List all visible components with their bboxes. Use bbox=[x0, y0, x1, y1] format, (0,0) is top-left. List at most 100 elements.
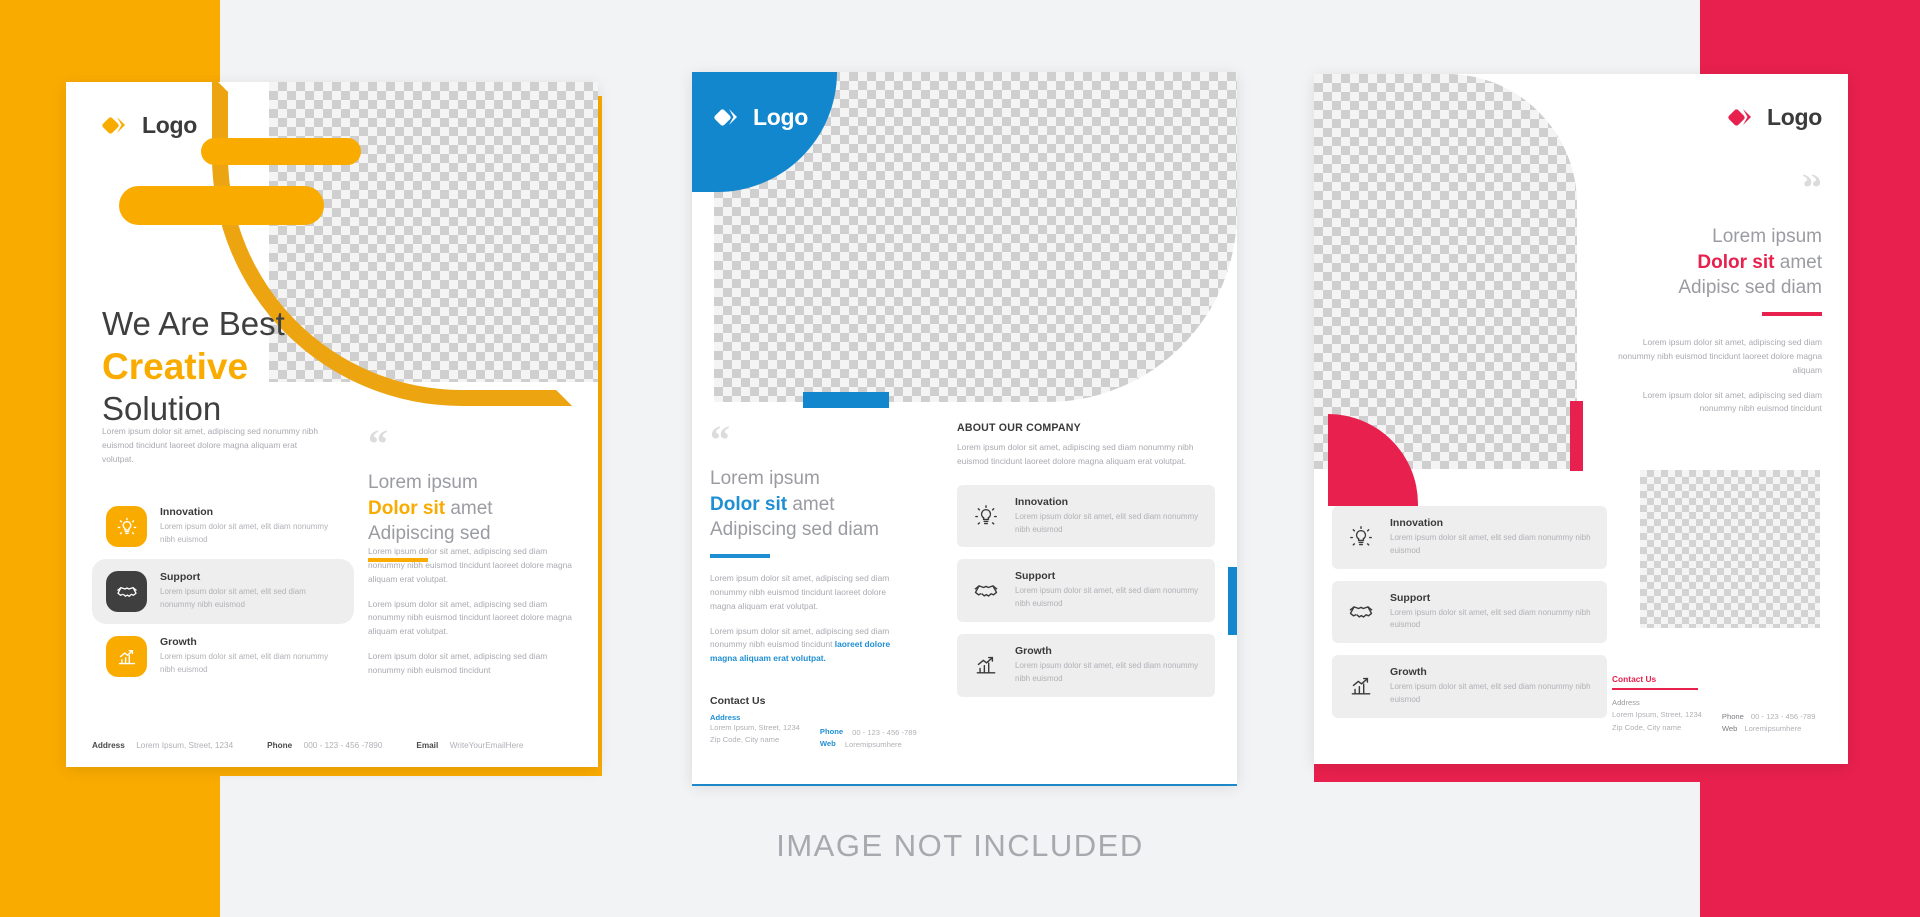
flyer-1-quote-emphasis: Dolor sit bbox=[368, 497, 446, 519]
flyer-1-quote-line-3: Adipiscing sed bbox=[368, 523, 491, 545]
flyer-3-secondary-image-placeholder bbox=[1640, 470, 1820, 628]
flyer-3-red-side-tab bbox=[1570, 401, 1583, 471]
flyer-1-email-value: WriteYourEmailHere bbox=[449, 741, 524, 750]
flyer-3[interactable]: Logo “ Lorem ipsum Dolor sit amet Adipis… bbox=[1314, 74, 1848, 764]
flyer-2-phone-value: 00 - 123 - 456 -789 bbox=[852, 727, 917, 737]
flyer-3-bottom-red-bar bbox=[1314, 764, 1848, 782]
poster-mockup-canvas: Logo We Are Best Creative Solution Lorem… bbox=[0, 0, 1920, 917]
flyer-1-quote-paragraph: Lorem ipsum dolor sit amet, adipiscing s… bbox=[368, 651, 548, 676]
lightbulb-icon bbox=[106, 506, 147, 547]
flyer-1-headline-line-2: Creative bbox=[102, 346, 249, 388]
flyer-1-feature-title: Support bbox=[160, 571, 201, 584]
diamond-logo-icon bbox=[1728, 102, 1758, 132]
flyer-3-contact-underline bbox=[1612, 688, 1698, 690]
flyer-1-feature-body: Lorem ipsum dolor sit amet, elit sed dia… bbox=[160, 587, 306, 609]
flyer-1-feature-growth[interactable]: Growth Lorem ipsum dolor sit amet, elit … bbox=[92, 624, 354, 689]
flyer-2-phone-label: Phone bbox=[819, 726, 844, 736]
flyer-2-feature-body: Lorem ipsum dolor sit amet, elit sed dia… bbox=[1015, 586, 1199, 609]
flyer-2-quote-line-2: Dolor sit amet bbox=[710, 492, 910, 518]
flyer-2-blue-side-tab bbox=[1228, 567, 1237, 635]
flyer-2-contact-grid: Address Lorem Ipsum, Street, 1234 Zip Co… bbox=[710, 713, 980, 752]
flyer-2-quote-emphasis: Dolor sit bbox=[710, 493, 788, 515]
lightbulb-icon bbox=[971, 501, 1001, 531]
flyer-2-feature-title: Growth bbox=[1015, 644, 1052, 657]
flyer-3-feature-title: Growth bbox=[1390, 666, 1427, 679]
flyer-3-address-line-2: Zip Code, City name bbox=[1612, 723, 1682, 732]
diamond-logo-icon bbox=[714, 102, 744, 132]
flyer-1-quote-line-2: Dolor sit amet bbox=[368, 496, 568, 522]
lightbulb-icon bbox=[1346, 522, 1376, 552]
flyer-2-contact-phone-web: Phone 00 - 123 - 456 -789 Web Loremipsum… bbox=[820, 713, 917, 752]
flyer-2-address-label: Address bbox=[710, 712, 741, 722]
flyer-1-phone-label: Phone bbox=[267, 741, 293, 750]
flyer-1-feature-support[interactable]: Support Lorem ipsum dolor sit amet, elit… bbox=[92, 559, 354, 624]
flyer-1-headline-line-1: We Are Best bbox=[102, 305, 285, 342]
flyer-2-feature-growth[interactable]: Growth Lorem ipsum dolor sit amet, elit … bbox=[957, 633, 1215, 697]
flyer-3-contact-address: Address Lorem Ipsum, Street, 1234 Zip Co… bbox=[1612, 697, 1702, 736]
flyer-2-body-paragraph-1: Lorem ipsum dolor sit amet, adipiscing s… bbox=[710, 572, 890, 611]
handshake-icon bbox=[106, 571, 147, 612]
flyer-3-quote-line-2: Dolor sit amet bbox=[1590, 250, 1822, 276]
flyer-3-web-label: Web bbox=[1721, 724, 1738, 734]
flyer-3-feature-growth[interactable]: Growth Lorem ipsum dolor sit amet, elit … bbox=[1332, 655, 1607, 718]
diamond-logo-icon bbox=[102, 110, 132, 140]
flyer-2-quote-line-3: Adipiscing sed diam bbox=[710, 519, 879, 541]
flyer-1-logo[interactable]: Logo bbox=[102, 110, 197, 140]
flyer-1-feature-list: Innovation Lorem ipsum dolor sit amet, e… bbox=[92, 494, 354, 689]
flyer-3-logo-text: Logo bbox=[1767, 103, 1822, 130]
flyer-2-feature-title: Support bbox=[1015, 570, 1056, 583]
flyer-1-feature-innovation[interactable]: Innovation Lorem ipsum dolor sit amet, e… bbox=[92, 494, 354, 559]
flyer-1-footer-phone: Phone 000 - 123 - 456 -7890 bbox=[267, 735, 382, 753]
handshake-icon bbox=[971, 576, 1001, 606]
flyer-2-address-line-1: Lorem Ipsum, Street, 1234 bbox=[710, 722, 800, 732]
flyer-3-address-label: Address bbox=[1612, 697, 1640, 707]
flyer-3-feature-body: Lorem ipsum dolor sit amet, elit sed dia… bbox=[1390, 682, 1591, 704]
flyer-1-email-label: Email bbox=[416, 741, 439, 750]
bar-chart-growth-icon bbox=[106, 636, 147, 677]
flyer-3-phone-label: Phone bbox=[1721, 711, 1744, 721]
flyer-1-headline: We Are Best Creative Solution bbox=[102, 304, 285, 430]
flyer-1-lead-paragraph: Lorem ipsum dolor sit amet, adipiscing s… bbox=[102, 426, 318, 464]
flyer-3-hero-image-placeholder bbox=[1314, 74, 1577, 469]
flyer-2-feature-support[interactable]: Support Lorem ipsum dolor sit amet, elit… bbox=[957, 559, 1215, 622]
flyer-1-feature-body: Lorem ipsum dolor sit amet, elit diam no… bbox=[160, 522, 329, 544]
flyer-3-quote-line-1: Lorem ipsum bbox=[1712, 226, 1822, 247]
flyer-2-logo[interactable]: Logo bbox=[714, 102, 808, 132]
flyer-1-footer: Address Lorem Ipsum, Street, 1234 Phone … bbox=[92, 735, 580, 753]
flyer-3-feature-body: Lorem ipsum dolor sit amet, elit sed dia… bbox=[1390, 607, 1591, 630]
quote-mark-icon: “ bbox=[1802, 165, 1822, 210]
flyer-2-feature-innovation[interactable]: Innovation Lorem ipsum dolor sit amet, e… bbox=[957, 484, 1215, 548]
flyer-1-hero-image-placeholder bbox=[269, 82, 598, 382]
flyer-3-logo[interactable]: Logo bbox=[1728, 102, 1822, 132]
flyer-3-feature-body: Lorem ipsum dolor sit amet, elit sed dia… bbox=[1390, 533, 1591, 555]
flyer-3-body-paragraphs: Lorem ipsum dolor sit amet, adipiscing s… bbox=[1604, 336, 1822, 427]
flyer-2-quote-line-1: Lorem ipsum bbox=[710, 468, 820, 489]
flyer-3-feature-list: Innovation Lorem ipsum dolor sit amet, e… bbox=[1332, 506, 1607, 730]
flyer-3-feature-support[interactable]: Support Lorem ipsum dolor sit amet, elit… bbox=[1332, 580, 1607, 644]
flyer-1-footer-email: Email WriteYourEmailHere bbox=[416, 735, 523, 753]
flyer-3-feature-innovation[interactable]: Innovation Lorem ipsum dolor sit amet, e… bbox=[1332, 506, 1607, 569]
flyer-3-quote-emphasis: Dolor sit bbox=[1697, 251, 1775, 273]
flyer-2-quote-column: “ Lorem ipsum Dolor sit amet Adipiscing … bbox=[710, 417, 910, 666]
flyer-3-web-value: Loremipsumhere bbox=[1744, 724, 1802, 734]
flyer-2-about-column: ABOUT OUR COMPANY Lorem ipsum dolor sit … bbox=[957, 422, 1215, 709]
flyer-3-quote-line-3: Adipisc sed diam bbox=[1678, 277, 1822, 299]
quote-mark-icon: “ bbox=[710, 417, 730, 462]
flyer-2-feature-body: Lorem ipsum dolor sit amet, elit sed dia… bbox=[1015, 511, 1199, 534]
flyer-2-logo-text: Logo bbox=[753, 103, 808, 130]
flyer-3-quote-line-2-rest: amet bbox=[1774, 251, 1822, 273]
quote-mark-icon: “ bbox=[368, 421, 388, 466]
image-not-included-caption: IMAGE NOT INCLUDED bbox=[776, 828, 1144, 863]
flyer-1-phone-value: 000 - 123 - 456 -7890 bbox=[303, 741, 383, 750]
flyer-1-quote-line-2-rest: amet bbox=[445, 497, 493, 519]
flyer-3-phone-value: 00 - 123 - 456 -789 bbox=[1750, 711, 1816, 721]
flyer-1[interactable]: Logo We Are Best Creative Solution Lorem… bbox=[66, 82, 598, 767]
flyer-2-about-body: Lorem ipsum dolor sit amet, adipiscing s… bbox=[957, 442, 1194, 466]
flyer-2-feature-body: Lorem ipsum dolor sit amet, elit sed dia… bbox=[1015, 660, 1199, 683]
flyer-2[interactable]: Logo “ Lorem ipsum Dolor sit amet Adipis… bbox=[692, 72, 1237, 784]
flyer-1-logo-text: Logo bbox=[142, 111, 197, 138]
flyer-1-address-value: Lorem Ipsum, Street, 1234 bbox=[136, 741, 234, 750]
flyer-1-pill-decoration-large bbox=[119, 186, 324, 225]
flyer-1-footer-address: Address Lorem Ipsum, Street, 1234 bbox=[92, 735, 233, 753]
bar-chart-growth-icon bbox=[971, 650, 1001, 680]
